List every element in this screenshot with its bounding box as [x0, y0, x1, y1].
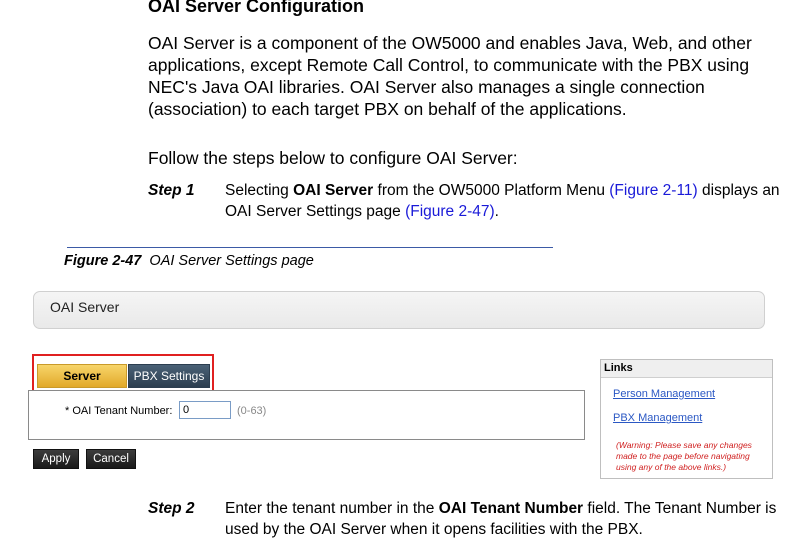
links-heading: Links — [601, 360, 772, 378]
follow-steps-text: Follow the steps below to configure OAI … — [148, 148, 518, 168]
step-1: Step 1 Selecting OAI Server from the OW5… — [148, 180, 788, 224]
section-title: OAI Server Configuration — [148, 0, 365, 16]
step-1-bold: OAI Server — [293, 182, 374, 199]
figure-number: Figure 2-47 — [64, 253, 142, 269]
figure-caption-text: OAI Server Settings page — [149, 253, 314, 269]
step-1-text-a: Selecting — [225, 182, 294, 199]
cancel-button[interactable]: Cancel — [86, 449, 136, 469]
pbx-management-link[interactable]: PBX Management — [613, 412, 702, 424]
tab-server-settings[interactable]: Server Settings — [37, 364, 127, 405]
intro-paragraph: OAI Server is a component of the OW5000 … — [148, 33, 752, 119]
oai-tenant-number-label: * OAI Tenant Number: — [65, 405, 173, 417]
step-1-label: Step 1 — [148, 182, 195, 199]
figure-2-11-link[interactable]: (Figure 2-11) — [609, 182, 697, 199]
step-2-bold: OAI Tenant Number — [438, 500, 584, 517]
step-1-body: Selecting OAI Server from the OW5000 Pla… — [225, 180, 785, 222]
step-2-body: Enter the tenant number in the OAI Tenan… — [225, 498, 800, 540]
oai-server-header-title: OAI Server — [50, 299, 120, 315]
step-1-text-d: . — [494, 203, 499, 220]
step-1-text-b: from the OW5000 Platform Menu — [373, 182, 610, 199]
figure-rule — [67, 247, 553, 248]
links-panel: Links Person Management PBX Management (… — [600, 359, 773, 479]
figure-caption: Figure 2-47 OAI Server Settings page — [64, 253, 314, 269]
step-2-label: Step 2 — [148, 500, 195, 517]
person-management-link[interactable]: Person Management — [613, 388, 715, 400]
tab-pbx-settings[interactable]: PBX Settings — [128, 364, 210, 388]
step-2-text-a: Enter the tenant number in the — [225, 500, 439, 517]
links-warning-text: (Warning: Please save any changes made t… — [616, 440, 752, 472]
oai-server-header: OAI Server — [33, 291, 765, 329]
tenant-range-hint: (0-63) — [237, 405, 267, 417]
oai-tenant-number-input[interactable] — [179, 401, 231, 419]
figure-2-47-link[interactable]: (Figure 2-47) — [405, 203, 495, 220]
apply-button[interactable]: Apply — [33, 449, 79, 469]
step-2: Step 2 Enter the tenant number in the OA… — [148, 498, 798, 542]
